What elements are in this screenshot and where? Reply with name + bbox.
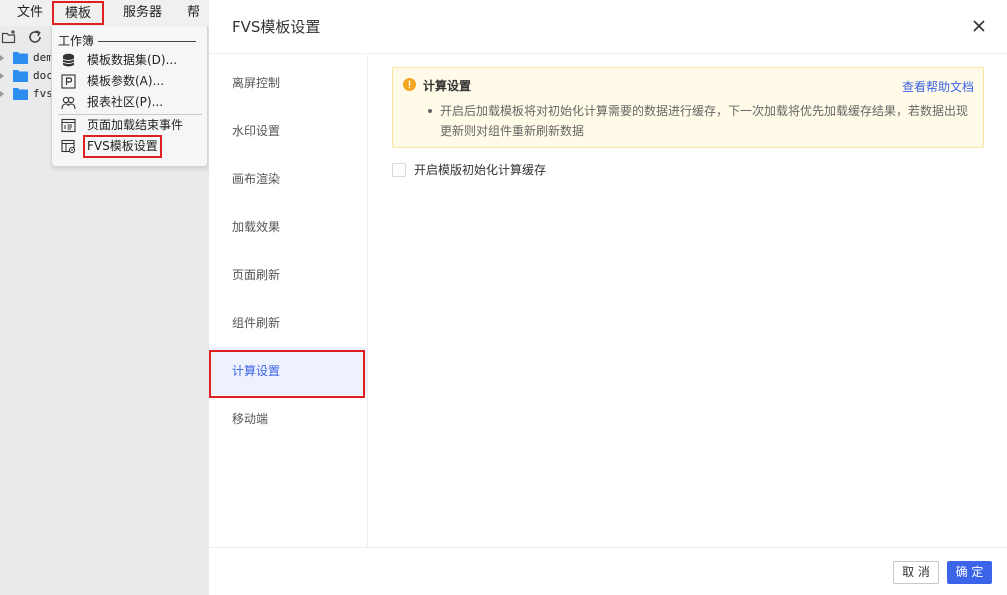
- section-divider: [98, 41, 196, 42]
- database-icon: [62, 53, 75, 67]
- menu-item-label: 模板数据集(D)...: [87, 53, 178, 67]
- menu-template[interactable]: 模板: [52, 1, 104, 25]
- menu-file[interactable]: 文件: [17, 0, 43, 26]
- nav-item-loading-effect[interactable]: 加载效果: [209, 203, 367, 251]
- file-toolbar: [0, 27, 52, 47]
- highlight-box: [83, 135, 162, 158]
- menu-item-dataset[interactable]: 模板数据集(D)...: [52, 50, 209, 71]
- notice-title: 计算设置: [423, 79, 472, 93]
- refresh-icon[interactable]: [27, 29, 43, 45]
- menu-server[interactable]: 服务器: [123, 0, 162, 26]
- close-icon[interactable]: [971, 18, 987, 34]
- help-docs-link[interactable]: 查看帮助文档: [902, 78, 974, 95]
- tree-item-label: doc: [33, 69, 53, 82]
- fvs-settings-icon: [61, 139, 76, 154]
- dropdown-section-label: 工作簿: [58, 34, 95, 48]
- community-icon: [61, 96, 76, 110]
- menu-help[interactable]: 帮助: [187, 0, 209, 46]
- expand-arrow-icon[interactable]: [0, 73, 4, 79]
- dialog-header: FVS模板设置: [209, 0, 1007, 54]
- nav-item-mobile[interactable]: 移动端: [209, 395, 367, 443]
- settings-nav: 离屏控制 水印设置 画布渲染 加载效果 页面刷新 组件刷新 计算设置 移动端: [209, 55, 368, 547]
- menu-item-label: 模板参数(A)...: [87, 74, 165, 88]
- menubar: 文件 模板 服务器 帮助: [0, 0, 209, 46]
- page-event-icon: [61, 118, 76, 133]
- dialog-title: FVS模板设置: [232, 18, 321, 36]
- fvs-settings-dialog: FVS模板设置 离屏控制 水印设置 画布渲染 加载效果 页面刷新 组件刷新 计算…: [209, 0, 1007, 595]
- calc-cache-checkbox[interactable]: [392, 163, 406, 177]
- calc-cache-label[interactable]: 开启模版初始化计算缓存: [414, 161, 546, 179]
- info-notice: 计算设置 查看帮助文档 开启后加载模板将对初始化计算需要的数据进行缓存，下一次加…: [392, 67, 984, 148]
- nav-item-page-refresh[interactable]: 页面刷新: [209, 251, 367, 299]
- folder-icon: [13, 88, 28, 100]
- nav-item-offscreen-control[interactable]: 离屏控制: [209, 59, 367, 107]
- menu-item-community[interactable]: 报表社区(P)...: [52, 92, 209, 113]
- menu-item-label: 报表社区(P)...: [87, 95, 164, 109]
- parameter-icon: [61, 74, 76, 89]
- menu-item-page-load-event[interactable]: 页面加载结束事件: [52, 115, 209, 136]
- bullet-dot: [428, 109, 432, 113]
- nav-item-watermark[interactable]: 水印设置: [209, 107, 367, 155]
- new-folder-icon[interactable]: [1, 29, 17, 45]
- menu-item-label: 页面加载结束事件: [87, 118, 184, 132]
- nav-item-calculation[interactable]: 计算设置: [209, 347, 367, 395]
- tree-item-label: fvs: [33, 87, 53, 100]
- warning-icon: [403, 78, 416, 91]
- notice-text: 开启后加载模板将对初始化计算需要的数据进行缓存，下一次加载将优先加载缓存结果，若…: [440, 104, 969, 138]
- settings-content: 计算设置 查看帮助文档 开启后加载模板将对初始化计算需要的数据进行缓存，下一次加…: [369, 55, 1007, 547]
- folder-icon: [13, 52, 28, 64]
- confirm-button[interactable]: 确 定: [947, 561, 992, 584]
- expand-arrow-icon[interactable]: [0, 91, 4, 97]
- nav-item-canvas-render[interactable]: 画布渲染: [209, 155, 367, 203]
- template-dropdown-menu: 工作簿 模板数据集(D)... 模板参数(A)... 报表社区(P)... 页面…: [51, 26, 208, 167]
- expand-arrow-icon[interactable]: [0, 55, 4, 61]
- menu-item-parameters[interactable]: 模板参数(A)...: [52, 71, 209, 92]
- folder-icon: [13, 70, 28, 82]
- nav-item-widget-refresh[interactable]: 组件刷新: [209, 299, 367, 347]
- cancel-button[interactable]: 取 消: [893, 561, 939, 584]
- app-background: 文件 模板 服务器 帮助 demo doc fvs 工作簿: [0, 0, 209, 595]
- dialog-footer: 取 消 确 定: [209, 547, 1007, 595]
